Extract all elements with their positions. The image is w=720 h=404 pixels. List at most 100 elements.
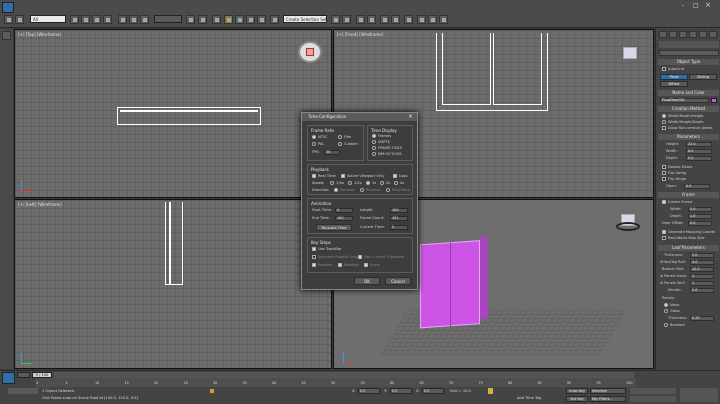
ok-button[interactable]: OK xyxy=(354,277,380,285)
smpte-radio[interactable] xyxy=(372,140,376,144)
object-name-field[interactable]: PivotDoor001 xyxy=(660,98,709,103)
speed-2x-radio[interactable] xyxy=(380,181,384,185)
generate-mapping-checkbox[interactable] xyxy=(662,230,666,234)
viewport-top-label[interactable]: [+] [Top] [Wireframe] xyxy=(18,32,61,37)
layout-tab-icon[interactable] xyxy=(2,31,11,40)
time-slider-back-icon[interactable] xyxy=(17,372,30,378)
mirror-icon[interactable] xyxy=(331,15,340,24)
viewcube-icon[interactable] xyxy=(623,47,637,59)
y-field[interactable]: 0.0 xyxy=(390,388,412,394)
reverse-radio[interactable] xyxy=(360,188,364,192)
flip-hinge-checkbox[interactable] xyxy=(662,177,666,181)
custom-radio[interactable] xyxy=(338,142,342,146)
z-field[interactable]: 0.0 xyxy=(422,388,444,394)
loop-checkbox[interactable] xyxy=(393,174,397,178)
door-offset-field[interactable]: 0.0 xyxy=(688,221,712,226)
sliding-button[interactable]: Sliding xyxy=(689,74,717,80)
panels-beveled-radio[interactable] xyxy=(664,323,668,327)
speed-4x-radio[interactable] xyxy=(394,181,398,185)
height-field[interactable]: 22.0 xyxy=(686,142,712,147)
frame-ticks-radio[interactable] xyxy=(372,146,376,150)
cancel-button[interactable]: Cancel xyxy=(385,277,411,285)
speed-quarter-radio[interactable] xyxy=(330,181,334,185)
bifold-button[interactable]: BiFold xyxy=(660,81,688,87)
pivot-button[interactable]: Pivot xyxy=(660,74,688,80)
door-object-top-view[interactable] xyxy=(117,107,261,125)
redo-icon[interactable] xyxy=(15,15,24,24)
stiles-field[interactable]: 4.0 xyxy=(690,260,714,265)
frame-count-field[interactable]: 101 xyxy=(390,216,408,221)
speed-1x-radio[interactable] xyxy=(366,181,370,185)
fps-field[interactable]: 30 xyxy=(324,150,340,155)
category-icons[interactable] xyxy=(659,41,719,48)
start-time-field[interactable]: 0 xyxy=(335,208,353,213)
panels-glass-radio[interactable] xyxy=(664,309,668,313)
autogrid-checkbox[interactable] xyxy=(662,67,666,71)
forward-radio[interactable] xyxy=(334,188,338,192)
trackbar[interactable]: 0 5 10 15 20 25 30 35 40 45 50 55 60 65 70 75 80 85 90 95 10… xyxy=(36,378,636,387)
open-field[interactable]: 0.0 xyxy=(684,184,710,189)
close-window-button[interactable]: × xyxy=(705,1,711,9)
rectangle-region-icon[interactable] xyxy=(92,15,101,24)
width-field[interactable]: 8.0 xyxy=(686,149,712,154)
dialog-titlebar[interactable]: Time Configuration × xyxy=(302,113,417,121)
curve-editor-icon[interactable] xyxy=(380,15,389,24)
undo-icon[interactable] xyxy=(4,15,13,24)
current-time-field[interactable]: 0 xyxy=(390,225,408,230)
rendered-frame-window-icon[interactable] xyxy=(428,15,437,24)
minimize-button[interactable]: - xyxy=(682,2,684,9)
use-trackbar-checkbox[interactable] xyxy=(312,247,316,251)
selected-only-checkbox[interactable] xyxy=(312,255,316,259)
select-by-name-icon[interactable] xyxy=(81,15,90,24)
select-manipulate-icon[interactable] xyxy=(198,15,207,24)
maximize-button[interactable]: □ xyxy=(693,2,699,9)
panels-horiz-field[interactable]: 1 xyxy=(690,274,714,279)
pin-stack-button[interactable] xyxy=(298,41,322,63)
render-setup-icon[interactable] xyxy=(417,15,426,24)
edit-named-selection-icon[interactable] xyxy=(270,15,279,24)
viewport-left[interactable]: [+] [Left] [Wireframe] xyxy=(14,199,332,369)
object-type-header[interactable]: Object Type xyxy=(658,59,719,65)
snaps-toggle-icon[interactable] xyxy=(224,15,233,24)
key-mode-icon[interactable] xyxy=(488,388,493,394)
graphite-ribbon-icon[interactable] xyxy=(367,15,376,24)
creation-radio[interactable] xyxy=(662,114,666,118)
spinner-snap-icon[interactable] xyxy=(257,15,266,24)
non-vertical-jambs-checkbox[interactable] xyxy=(662,126,666,130)
modify-tab-icon[interactable] xyxy=(669,31,677,38)
utilities-tab-icon[interactable] xyxy=(709,31,717,38)
end-time-field[interactable]: 100 xyxy=(335,216,353,221)
film-radio[interactable] xyxy=(338,135,342,139)
glass-thickness-field[interactable]: 0.25 xyxy=(690,316,714,321)
ntsc-radio[interactable] xyxy=(312,135,316,139)
material-editor-icon[interactable] xyxy=(404,15,413,24)
name-and-color-header[interactable]: Name and Color xyxy=(658,90,719,96)
bottom-rail-field[interactable]: 12.0 xyxy=(690,267,714,272)
display-tab-icon[interactable] xyxy=(699,31,707,38)
add-time-tag[interactable]: Add Time Tag xyxy=(517,396,541,400)
align-icon[interactable] xyxy=(342,15,351,24)
frame-width-field[interactable]: 2.0 xyxy=(688,207,712,212)
panels-none-radio[interactable] xyxy=(664,303,668,307)
current-frame-field[interactable] xyxy=(630,396,676,402)
select-scale-icon[interactable] xyxy=(140,15,149,24)
angle-snap-icon[interactable] xyxy=(235,15,244,24)
rescale-time-button[interactable]: Re-scale Time xyxy=(316,224,352,231)
percent-snap-icon[interactable] xyxy=(246,15,255,24)
leaf-parameters-header[interactable]: Leaf Parameters xyxy=(658,245,719,251)
active-viewport-checkbox[interactable] xyxy=(341,174,345,178)
real-time-checkbox[interactable] xyxy=(312,174,316,178)
selected-dropdown[interactable]: Selected xyxy=(590,388,626,394)
auto-key-button[interactable]: Auto Key xyxy=(566,388,588,394)
muntin-field[interactable]: 2.0 xyxy=(690,288,714,293)
maxscript-listener-icon[interactable] xyxy=(2,372,15,384)
select-object-icon[interactable] xyxy=(70,15,79,24)
app-menu-button[interactable] xyxy=(2,2,14,13)
speed-half-radio[interactable] xyxy=(348,181,352,185)
pal-radio[interactable] xyxy=(312,142,316,146)
parameters-header[interactable]: Parameters xyxy=(658,134,719,140)
select-rotate-icon[interactable] xyxy=(129,15,138,24)
viewport-left-label[interactable]: [+] [Left] [Wireframe] xyxy=(18,202,62,207)
selection-lock-icon[interactable] xyxy=(210,389,214,393)
creation-radio[interactable] xyxy=(662,120,666,124)
